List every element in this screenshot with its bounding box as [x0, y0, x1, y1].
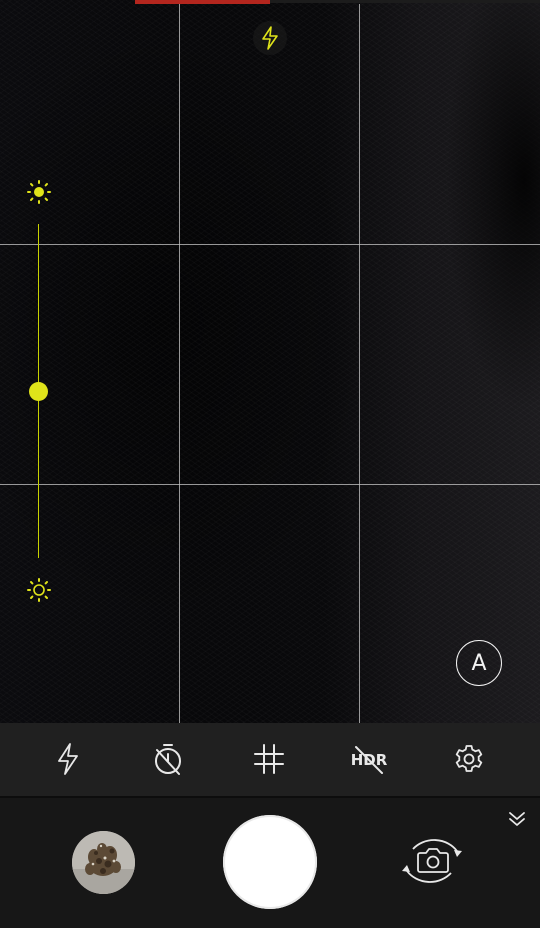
switch-camera-button[interactable]: [399, 831, 465, 891]
hdr-off-icon: HDR: [351, 746, 388, 774]
timer-button[interactable]: [148, 739, 188, 779]
viewfinder-shadow: [380, 0, 540, 723]
expand-more-button[interactable]: [507, 810, 527, 832]
brightness-low-icon: [27, 578, 51, 602]
timer-off-icon: [155, 744, 181, 775]
capture-bar: [0, 798, 540, 928]
settings-button[interactable]: [449, 739, 489, 779]
camera-switch-icon: [402, 839, 462, 883]
grid-button[interactable]: [249, 739, 289, 779]
camera-toolbar: HDR: [0, 723, 540, 796]
photo-preview-image: [72, 831, 135, 894]
flash-icon: [58, 743, 78, 775]
flash-button[interactable]: [48, 739, 88, 779]
progress-indicator: [135, 0, 270, 4]
last-photo-thumbnail[interactable]: [72, 831, 135, 894]
grid-line-horizontal-2: [0, 484, 540, 485]
grid-line-vertical-1: [179, 4, 180, 723]
top-strip: [270, 0, 540, 3]
double-chevron-down-icon: [509, 812, 525, 826]
grid-icon: [254, 744, 284, 774]
hdr-button[interactable]: HDR: [344, 739, 394, 779]
exposure-handle[interactable]: [29, 382, 48, 401]
grid-line-horizontal-1: [0, 244, 540, 245]
gear-icon: [455, 745, 483, 772]
shutter-button[interactable]: [223, 815, 317, 909]
grid-line-vertical-2: [359, 4, 360, 723]
auto-mode-button[interactable]: A: [456, 640, 502, 686]
camera-viewfinder[interactable]: A: [0, 0, 540, 723]
brightness-high-icon: [27, 180, 51, 204]
flash-icon: [262, 26, 278, 50]
auto-mode-label: A: [471, 650, 487, 676]
flash-indicator-button[interactable]: [253, 21, 287, 55]
